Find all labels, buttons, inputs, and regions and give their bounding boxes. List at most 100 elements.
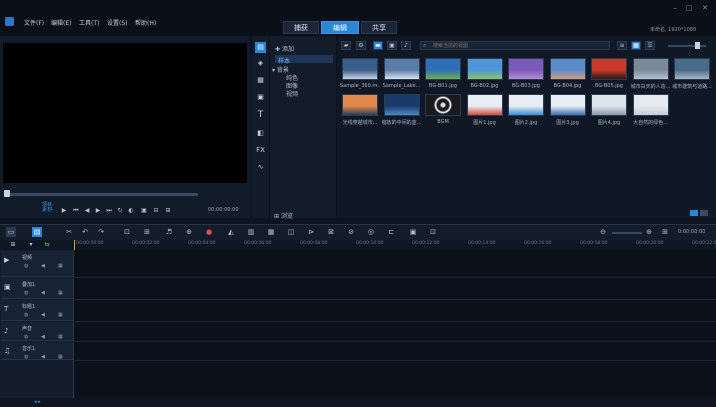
undo-icon[interactable]: ↶ (80, 227, 90, 237)
playhead[interactable] (74, 240, 75, 250)
play-icon[interactable]: ▶ (60, 207, 68, 214)
volume-icon[interactable]: ◐ (127, 207, 135, 214)
repeat-icon[interactable]: ↻ (116, 207, 124, 214)
visibility-icon[interactable]: ◍ (24, 334, 28, 340)
speed-icon[interactable]: ⊳ (306, 227, 316, 237)
crop-icon[interactable]: ⊞ (164, 207, 172, 214)
subtitle-icon[interactable]: ◭ (226, 227, 236, 237)
record-icon[interactable]: ⊡ (122, 227, 132, 237)
record-capture-icon[interactable]: ● (204, 227, 214, 237)
menu-tools[interactable]: 工具(T) (79, 18, 99, 27)
mute-icon[interactable]: ◀ (41, 312, 45, 318)
lock-icon[interactable]: ▦ (58, 334, 63, 340)
path-icon[interactable]: ∿ (255, 162, 266, 173)
track-area[interactable] (75, 250, 716, 398)
ripple-icon[interactable]: ⇆ (42, 240, 52, 249)
media-thumbnail[interactable] (383, 58, 420, 80)
thumb-size-slider[interactable] (668, 45, 706, 47)
library-option-icon[interactable] (690, 210, 698, 216)
maximize-icon[interactable]: □ (684, 4, 694, 12)
mixer-icon[interactable]: ⊞ (142, 227, 152, 237)
media-thumbnail[interactable] (508, 94, 544, 116)
tab-capture[interactable]: 捕获 (283, 21, 319, 34)
split-icon[interactable]: ⊟ (152, 207, 160, 214)
mode-clip[interactable]: 素材- (42, 208, 54, 213)
auto-music-icon[interactable]: ♬ (164, 227, 174, 237)
mask-icon[interactable]: ◫ (286, 227, 296, 237)
sort-icon[interactable]: ≡ (617, 41, 627, 50)
library-option2-icon[interactable] (700, 210, 708, 216)
media-thumbnail[interactable] (632, 58, 669, 80)
browse-button[interactable]: ⊞ 浏览 (274, 211, 293, 220)
zoom-slider[interactable] (612, 232, 642, 234)
media-thumbnail[interactable] (674, 58, 710, 80)
media-thumbnail[interactable] (591, 58, 627, 80)
timeline-view-icon[interactable]: ▤ (32, 227, 42, 237)
fit-icon[interactable]: ⊏ (386, 227, 396, 237)
mute-icon[interactable]: ◀ (41, 334, 45, 340)
media-thumbnail[interactable] (466, 58, 503, 80)
split-screen-icon[interactable]: ▦ (266, 227, 276, 237)
visibility-icon[interactable]: ◍ (24, 290, 28, 296)
import-icon[interactable]: ▰ (341, 41, 351, 50)
filter-image-icon[interactable]: ▣ (387, 41, 397, 50)
timeline-ruler[interactable] (74, 240, 716, 250)
visibility-icon[interactable]: ◍ (24, 354, 28, 360)
transition-icon[interactable]: ◧ (255, 128, 266, 139)
filter-audio-icon[interactable]: ♪ (401, 41, 411, 50)
scrubber-handle[interactable] (4, 190, 10, 197)
add-chapter-icon[interactable]: ▾ (26, 240, 36, 249)
media-thumbnail[interactable] (342, 58, 378, 80)
tools-icon[interactable]: ✂ (64, 227, 74, 237)
add-folder-button[interactable]: ✚ 添加 (275, 44, 294, 53)
close-icon[interactable]: ✕ (700, 4, 710, 12)
media-thumbnail[interactable] (508, 58, 544, 80)
title-icon[interactable]: T (255, 110, 266, 121)
media-thumbnail[interactable] (342, 94, 378, 116)
home-icon[interactable]: ⏮ (72, 207, 80, 214)
lock-icon[interactable]: ▦ (58, 290, 63, 296)
menu-file[interactable]: 文件(F) (24, 18, 44, 27)
menu-help[interactable]: 帮助(H) (135, 18, 156, 27)
folder-samples[interactable]: 样本 (278, 56, 290, 65)
media-thumbnail[interactable] (425, 58, 461, 80)
settings-icon[interactable]: ⚙ (356, 41, 366, 50)
mute-icon[interactable]: ◀ (41, 290, 45, 296)
prev-frame-icon[interactable]: ◀ (83, 207, 91, 214)
fx-icon[interactable]: FX (255, 145, 266, 156)
menu-edit[interactable]: 编辑(E) (51, 18, 71, 27)
redo-icon[interactable]: ↷ (96, 227, 106, 237)
list-view-icon[interactable]: ☰ (645, 41, 655, 50)
lock-icon[interactable]: ▦ (58, 312, 63, 318)
mute-icon[interactable]: ◀ (41, 354, 45, 360)
media-icon[interactable]: ▤ (255, 42, 266, 53)
multicam-icon[interactable]: ▥ (246, 227, 256, 237)
mute-icon[interactable]: ◀ (41, 263, 45, 269)
zoom-in-icon[interactable]: ⊕ (644, 227, 654, 237)
thumb-view-icon[interactable]: ▦ (631, 41, 641, 50)
preview-mode[interactable]: 项目- 素材- (42, 203, 54, 213)
color-grading-icon[interactable]: ◎ (366, 227, 376, 237)
tab-edit[interactable]: 编辑 (321, 21, 359, 34)
end-icon[interactable]: ⏭ (105, 207, 113, 214)
instant-project-icon[interactable]: ◈ (255, 58, 266, 69)
visibility-icon[interactable]: ◍ (24, 312, 28, 318)
track-manager-icon[interactable]: ⊞ (8, 240, 18, 249)
folder-videos[interactable]: 视频 (286, 89, 298, 98)
tab-share[interactable]: 共享 (361, 21, 397, 34)
fit-project-icon[interactable]: ⊞ (660, 227, 670, 237)
minimize-icon[interactable]: – (670, 4, 680, 12)
menu-settings[interactable]: 设置(S) (107, 18, 128, 27)
3d-title-icon[interactable]: ⊘ (346, 227, 356, 237)
filter-video-icon[interactable]: ▬ (373, 41, 383, 50)
visibility-icon[interactable]: ◍ (24, 263, 28, 269)
media-thumbnail[interactable] (549, 58, 586, 80)
background-icon[interactable]: ▦ (255, 75, 266, 86)
export-icon[interactable]: ▣ (408, 227, 418, 237)
media-thumbnail[interactable] (549, 94, 586, 116)
library-search-input[interactable] (420, 41, 610, 50)
thumb-size-handle[interactable] (695, 42, 700, 49)
chapter-icon[interactable]: ⊡ (428, 227, 438, 237)
next-frame-icon[interactable]: ▶ (94, 207, 102, 214)
media-thumbnail[interactable] (425, 94, 461, 116)
